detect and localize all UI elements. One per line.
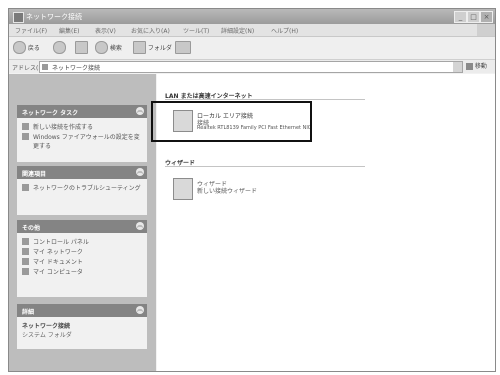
window-title: ネットワーク接続 (26, 13, 82, 21)
collapse-icon[interactable]: ︽ (136, 107, 144, 115)
views-button[interactable] (175, 41, 191, 55)
network-tasks-panel: ネットワーク タスク ︽ 新しい接続を作成する Windows ファイアウォール… (17, 105, 147, 162)
go-button[interactable]: 移動 (466, 61, 492, 71)
go-arrow-icon (466, 63, 473, 70)
chevron-down-icon[interactable] (453, 62, 462, 72)
menu-help[interactable]: ヘルプ(H) (271, 26, 298, 35)
task-pane: ネットワーク タスク ︽ 新しい接続を作成する Windows ファイアウォール… (9, 74, 156, 371)
wizard-sub: 新しい接続ウィザード (197, 188, 258, 195)
my-documents-icon (22, 258, 29, 265)
new-connection-icon (22, 123, 29, 130)
explorer-window: ネットワーク接続 _ □ × ファイル(F) 編集(E) 表示(V) お気に入り… (8, 8, 496, 372)
task-create-connection[interactable]: 新しい接続を作成する (22, 122, 142, 132)
search-icon (95, 41, 108, 54)
menu-file[interactable]: ファイル(F) (15, 26, 47, 35)
menu-favorites[interactable]: お気に入り(A) (131, 26, 170, 35)
network-folder-icon (13, 12, 24, 23)
views-icon (175, 41, 191, 54)
firewall-icon (22, 133, 29, 140)
address-input[interactable]: ネットワーク接続 (39, 61, 463, 73)
folders-button[interactable]: フォルダ (133, 41, 172, 55)
folders-icon (133, 41, 146, 54)
address-bar: アドレス(D) ネットワーク接続 移動 (9, 60, 495, 73)
divider (165, 99, 365, 100)
menu-advanced[interactable]: 詳細設定(N) (221, 26, 254, 35)
back-arrow-icon (13, 41, 26, 54)
collapse-icon[interactable]: ︽ (136, 306, 144, 314)
menu-view[interactable]: 表示(V) (95, 26, 116, 35)
title-bar: ネットワーク接続 _ □ × (9, 9, 495, 24)
divider (165, 166, 365, 167)
details-panel: 詳細 ︽ ネットワーク接続 システム フォルダ (17, 304, 147, 349)
search-button[interactable]: 検索 (95, 41, 122, 55)
up-folder-button[interactable] (75, 41, 88, 55)
see-also-panel: 関連項目 ︽ ネットワークのトラブルシューティング (17, 166, 147, 215)
panel-header[interactable]: その他 ︽ (17, 220, 147, 233)
control-panel-icon (22, 238, 29, 245)
collapse-icon[interactable]: ︽ (136, 168, 144, 176)
close-button[interactable]: × (480, 11, 493, 23)
panel-header[interactable]: ネットワーク タスク ︽ (17, 105, 147, 118)
back-button[interactable]: 戻る (13, 41, 40, 55)
menu-bar: ファイル(F) 編集(E) 表示(V) お気に入り(A) ツール(T) 詳細設定… (9, 24, 495, 37)
help-icon (22, 184, 29, 191)
forward-arrow-icon (53, 41, 66, 54)
minimize-button[interactable]: _ (454, 11, 467, 23)
place-control-panel[interactable]: コントロール パネル (22, 237, 142, 247)
menu-edit[interactable]: 編集(E) (59, 26, 79, 35)
maximize-button[interactable]: □ (467, 11, 480, 23)
address-value: ネットワーク接続 (52, 65, 101, 72)
task-troubleshoot[interactable]: ネットワークのトラブルシューティング (22, 183, 142, 203)
collapse-icon[interactable]: ︽ (136, 222, 144, 230)
my-computer-icon (22, 268, 29, 275)
place-my-computer[interactable]: マイ コンピュータ (22, 267, 142, 277)
details-name: ネットワーク接続 (22, 323, 71, 330)
details-sub: システム フォルダ (22, 332, 72, 339)
my-network-icon (22, 248, 29, 255)
other-places-panel: その他 ︽ コントロール パネル マイ ネットワーク マイ ドキュメント マイ … (17, 220, 147, 297)
panel-header[interactable]: 詳細 ︽ (17, 304, 147, 317)
wizard-name: ウィザード (197, 181, 228, 188)
selection-highlight (151, 101, 312, 142)
panel-header[interactable]: 関連項目 ︽ (17, 166, 147, 179)
forward-button[interactable] (53, 41, 66, 55)
place-my-network[interactable]: マイ ネットワーク (22, 247, 142, 257)
toolbar: 戻る 検索 フォルダ (9, 37, 495, 60)
wizard-icon (173, 178, 193, 200)
address-folder-icon (42, 64, 48, 70)
windows-logo-icon (477, 24, 495, 36)
task-firewall-settings[interactable]: Windows ファイアウォールの設定を変更する (22, 132, 142, 150)
place-my-documents[interactable]: マイ ドキュメント (22, 257, 142, 267)
menu-tools[interactable]: ツール(T) (183, 26, 209, 35)
wizard-item[interactable]: ウィザード 新しい接続ウィザード (173, 178, 323, 204)
up-folder-icon (75, 41, 88, 54)
